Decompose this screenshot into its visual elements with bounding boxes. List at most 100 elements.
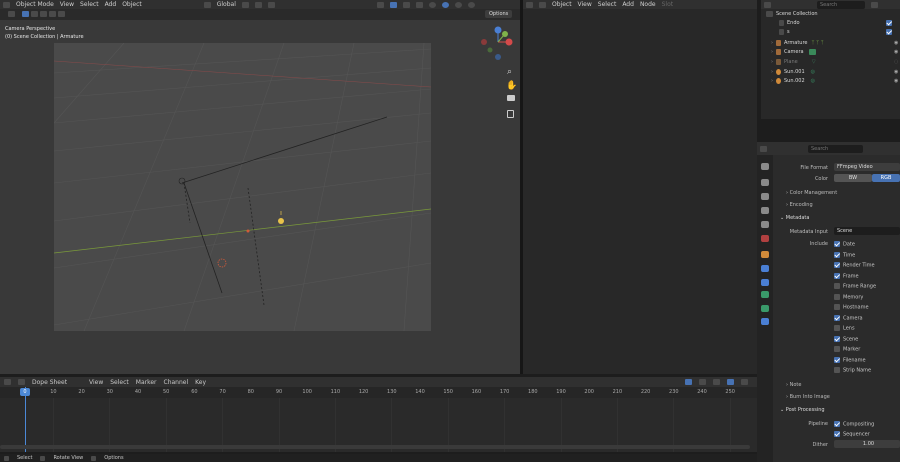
select-box-icon[interactable] (22, 11, 29, 17)
select-tool-icon[interactable] (8, 11, 15, 17)
physics-tab-icon[interactable] (761, 279, 769, 286)
bone-head[interactable] (178, 177, 186, 185)
color-bw-option[interactable]: BW (834, 174, 872, 182)
expand-arrow-icon[interactable]: › (771, 78, 773, 84)
zoom-icon[interactable]: ⌕ (507, 67, 512, 77)
object-tab-icon[interactable] (761, 251, 769, 258)
menu-select[interactable]: Select (598, 1, 617, 8)
editor-type-icon[interactable] (760, 145, 767, 152)
camera-view-icon[interactable] (507, 95, 515, 101)
outliner-item[interactable]: › Plane ▽ ◌ (761, 57, 900, 66)
checkbox[interactable] (834, 304, 840, 310)
include-checkbox[interactable] (886, 28, 892, 35)
menu-select[interactable]: Select (80, 1, 99, 8)
playhead[interactable] (25, 387, 26, 452)
dither-field[interactable]: 1.00 (834, 440, 900, 448)
outliner-item[interactable]: › Armature ᛉ ᛉ ᛉ ◉ (761, 38, 900, 47)
proportional-icon[interactable] (727, 379, 735, 385)
navigation-gizmo[interactable] (478, 24, 518, 60)
include-frame-range[interactable]: Frame Range (834, 283, 876, 290)
outliner-item[interactable]: › Camera ◉ (761, 47, 900, 56)
menu-add[interactable]: Add (105, 1, 117, 8)
metadata-input-select[interactable]: Scene (834, 227, 900, 235)
checkbox[interactable] (834, 346, 840, 352)
properties-search-input[interactable]: Search (808, 144, 863, 153)
select-invert-icon[interactable] (49, 11, 56, 17)
gizmo-icon[interactable] (389, 1, 397, 8)
perspective-toggle-icon[interactable] (507, 110, 514, 118)
expand-arrow-icon[interactable]: › (771, 49, 773, 55)
dopesheet-area[interactable]: 10 20 30 40 50 60 70 80 90 100 110 120 1… (0, 387, 757, 452)
menu-select[interactable]: Select (110, 379, 129, 386)
include-time[interactable]: Time (834, 252, 855, 259)
editor-type-icon[interactable] (526, 1, 533, 8)
editor-type-icon[interactable] (764, 1, 771, 8)
include-scene[interactable]: Scene (834, 336, 858, 343)
scene-tab-icon[interactable] (761, 221, 769, 228)
include-memory[interactable]: Memory (834, 294, 863, 301)
node-tree-icon[interactable] (539, 1, 546, 8)
only-selected-icon[interactable] (685, 379, 693, 385)
data-tab-icon[interactable] (761, 305, 769, 312)
horizontal-scrollbar[interactable] (0, 445, 750, 449)
expand-arrow-icon[interactable]: › (771, 59, 773, 65)
snap-icon[interactable] (741, 379, 749, 385)
slot-select[interactable]: Slot (662, 1, 674, 8)
constraints-tab-icon[interactable] (761, 291, 769, 298)
checkbox[interactable] (834, 421, 840, 427)
frame-ruler[interactable]: 10 20 30 40 50 60 70 80 90 100 110 120 1… (0, 387, 757, 398)
modifiers-tab-icon[interactable] (761, 265, 769, 272)
select-extend-icon[interactable] (31, 11, 38, 17)
filter-icon[interactable] (871, 1, 878, 8)
menu-marker[interactable]: Marker (136, 379, 157, 386)
pivot-icon[interactable] (241, 1, 249, 8)
outliner-item[interactable]: Endo (761, 18, 900, 27)
menu-channel[interactable]: Channel (164, 379, 189, 386)
output-tab-icon[interactable] (761, 193, 769, 200)
menu-object[interactable]: Object (122, 1, 142, 8)
outliner-item[interactable]: › Sun.001 ◎ ◉ (761, 67, 900, 76)
mode-icon[interactable] (18, 379, 25, 385)
shading-rendered-icon[interactable] (467, 1, 475, 8)
checkbox[interactable] (834, 336, 840, 342)
editor-type-icon[interactable] (4, 379, 11, 385)
outliner-item[interactable]: s (761, 27, 900, 36)
current-frame-label[interactable]: 0 (20, 388, 30, 396)
include-marker[interactable]: Marker (834, 346, 860, 353)
checkbox[interactable] (834, 294, 840, 300)
expand-arrow-icon[interactable]: › (771, 69, 773, 75)
pipeline-compositing[interactable]: Compositing (834, 421, 874, 428)
file-format-select[interactable]: FFmpeg Video (834, 163, 900, 171)
select-subtract-icon[interactable] (40, 11, 47, 17)
editor-type-icon[interactable] (3, 1, 10, 8)
3d-cursor[interactable] (217, 258, 227, 268)
select-intersect-icon[interactable] (58, 11, 65, 17)
checkbox[interactable] (834, 325, 840, 331)
menu-view[interactable]: View (89, 379, 103, 386)
outliner-search-input[interactable]: Search (817, 0, 865, 9)
options-button[interactable]: Options (485, 10, 513, 18)
include-checkbox[interactable] (886, 19, 892, 26)
eye-icon[interactable]: ◉ (894, 78, 898, 84)
eye-icon[interactable]: ◉ (894, 69, 898, 75)
color-management-panel[interactable]: › Color Management (786, 190, 837, 196)
pipeline-sequencer[interactable]: Sequencer (834, 431, 870, 438)
xray-icon[interactable] (415, 1, 423, 8)
note-panel[interactable]: › Note (786, 382, 801, 388)
include-strip-name[interactable]: Strip Name (834, 367, 871, 374)
checkbox[interactable] (834, 357, 840, 363)
checkbox[interactable] (834, 431, 840, 437)
ghost-curves-icon[interactable] (699, 379, 707, 385)
shading-wire-icon[interactable] (428, 1, 436, 8)
outliner-item[interactable]: › Sun.002 ◎ ◉ (761, 76, 900, 85)
eye-icon[interactable]: ◉ (894, 49, 898, 55)
overlay-icon[interactable] (402, 1, 410, 8)
node-editor-area[interactable] (523, 9, 757, 374)
mode-select[interactable]: Object Mode (16, 1, 54, 8)
include-camera[interactable]: Camera (834, 315, 863, 322)
checkbox[interactable] (834, 252, 840, 258)
include-hostname[interactable]: Hostname (834, 304, 869, 311)
view-layer-tab-icon[interactable] (761, 207, 769, 214)
shading-material-icon[interactable] (454, 1, 462, 8)
proportional-edit-icon[interactable] (267, 1, 275, 8)
